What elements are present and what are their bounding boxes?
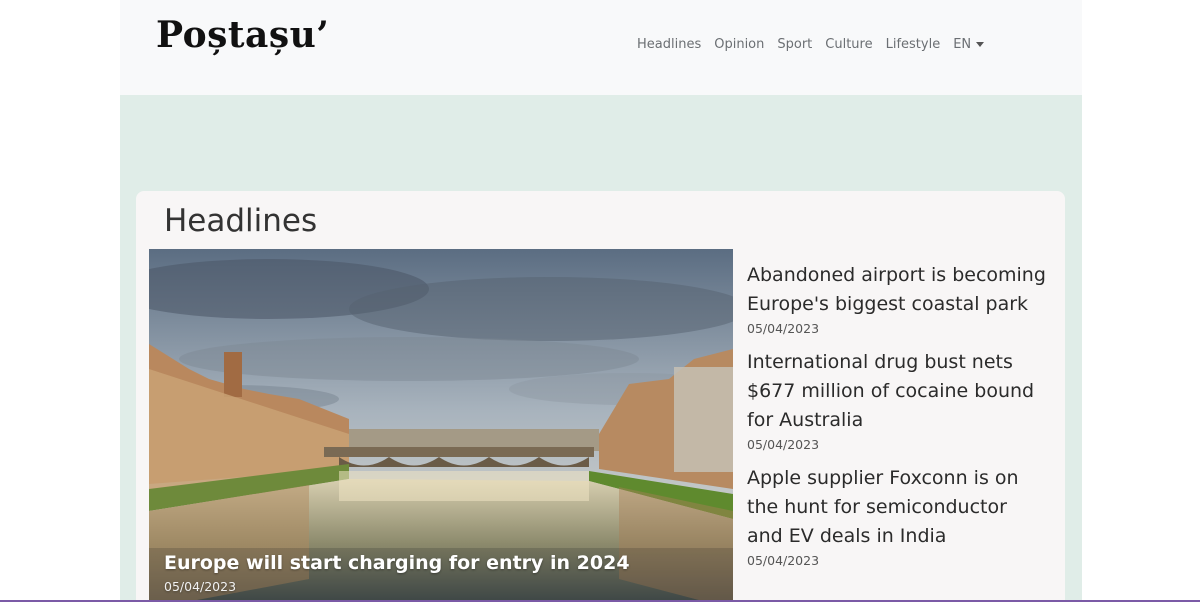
page-container: Poștașu’ Headlines Opinion Sport Culture… [120,0,1082,602]
featured-article[interactable]: Europe will start charging for entry in … [149,249,733,602]
navbar: Poștașu’ Headlines Opinion Sport Culture… [120,0,1082,95]
featured-date: 05/04/2023 [164,579,237,594]
language-label: EN [953,36,972,52]
side-article-list: Abandoned airport is becoming Europe's b… [747,261,1047,580]
headlines-card: Headlines Europe will start charging for… [136,191,1065,602]
side-article-title[interactable]: Apple supplier Foxconn is on the hunt fo… [747,464,1047,551]
side-article-date: 05/04/2023 [747,553,820,568]
nav-culture[interactable]: Culture [825,37,872,52]
nav-lifestyle[interactable]: Lifestyle [886,37,941,52]
side-article-date: 05/04/2023 [747,321,820,336]
nav-headlines[interactable]: Headlines [637,37,701,52]
nav-sport[interactable]: Sport [777,37,812,52]
section-title: Headlines [164,203,318,239]
nav-opinion[interactable]: Opinion [714,37,764,52]
side-article[interactable]: International drug bust nets $677 millio… [747,348,1047,452]
language-dropdown[interactable]: EN [953,36,985,52]
side-article[interactable]: Apple supplier Foxconn is on the hunt fo… [747,464,1047,568]
site-logo[interactable]: Poștașu’ [156,14,329,56]
caret-down-icon [976,41,985,47]
side-article-title[interactable]: Abandoned airport is becoming Europe's b… [747,261,1047,319]
side-article-title[interactable]: International drug bust nets $677 millio… [747,348,1047,435]
side-article[interactable]: Abandoned airport is becoming Europe's b… [747,261,1047,336]
featured-title[interactable]: Europe will start charging for entry in … [164,552,630,574]
nav-menu: Headlines Opinion Sport Culture Lifestyl… [637,35,985,53]
side-article-date: 05/04/2023 [747,437,820,452]
